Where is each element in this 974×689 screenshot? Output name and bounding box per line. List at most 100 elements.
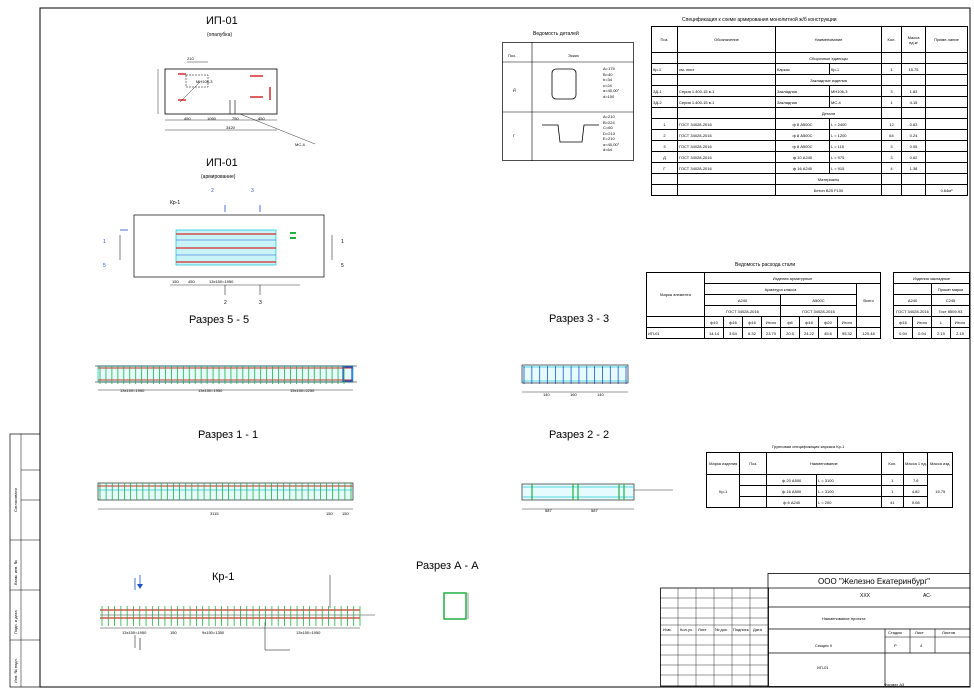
consumption-sub: Итого — [761, 316, 781, 328]
consumption-cell — [646, 316, 705, 328]
formwork-mn-label: МН106-3 — [196, 79, 213, 84]
spec-cell — [651, 52, 678, 64]
group-name-a: ф 6 А240 — [766, 496, 818, 508]
title-section-1-1: Разрез 1 - 1 — [198, 429, 259, 441]
spec-desig: см. лист — [677, 63, 776, 75]
bends-title: Ведомость деталей — [533, 31, 579, 37]
formwork-dim-total: 3420 — [226, 125, 235, 130]
spec-desig: ГОСТ 34028-2016 — [677, 140, 776, 152]
embedded-head: ф16 — [893, 316, 913, 328]
consumption-total: 120.48 — [855, 327, 882, 339]
side-stamp-replace: Взам. инв. № — [13, 560, 18, 585]
rebar-cut-5-right: 5 — [341, 263, 344, 269]
spec-qty: 4 — [881, 162, 903, 174]
spec-name-b: L = 115 — [828, 140, 883, 152]
subtitle-formwork: (опалубка) — [207, 32, 233, 38]
spec-note — [925, 118, 969, 130]
stamp-col-list: Лист — [698, 627, 707, 632]
consumption-sub: Итого — [837, 316, 857, 328]
title-section-3-3: Разрез 3 - 3 — [549, 313, 610, 325]
subtitle-rebar: (армирование) — [201, 174, 236, 180]
s33-dim-1: 140 — [543, 392, 550, 397]
spec-head-name: Наименование — [774, 26, 883, 53]
spec-mass: 1.38 — [901, 162, 927, 174]
rebar-cut-2-top: 2 — [211, 188, 214, 194]
spec-cell — [881, 74, 903, 86]
group-head-pos: Поз. — [739, 452, 768, 475]
s33-dim-3: 140 — [597, 392, 604, 397]
stamp-project: Наименование проекта — [822, 616, 866, 621]
group-name-b: L = 3100 — [816, 474, 882, 486]
spec-mass: 4.15 — [901, 96, 927, 108]
spec-cell — [677, 74, 776, 86]
spec-name-a: Каркас — [775, 63, 830, 75]
bends-row-g-params: А=210 B=224 C=60 D=213 E=210 α=40,00° d=… — [603, 114, 619, 153]
stamp-stage-code: АС- — [923, 593, 932, 599]
spec-cell — [901, 52, 927, 64]
formwork-dim-b4: 450 — [258, 116, 265, 121]
spec-note — [925, 96, 969, 108]
embedded-gost-b: Гост 8509-93 — [930, 305, 971, 317]
spec-note — [925, 162, 969, 174]
spec-name-a: Закладная — [775, 96, 830, 108]
s22-dim-2: 587 — [591, 508, 598, 513]
embedded-value: 0.94 — [912, 327, 932, 339]
embedded-prokat: Прокат марки — [930, 283, 971, 295]
stamp-sheet: 4 — [920, 643, 923, 648]
consumption-cell — [855, 316, 882, 328]
group-spec-table: Марка изделия Поз. Наименование Кол. Мас… — [705, 452, 953, 508]
bend-param: d=100 — [603, 93, 615, 99]
consumption-sub: ф16 — [742, 316, 762, 328]
s11-dim-3: 150 — [342, 511, 349, 516]
spec-qty: 12 — [881, 118, 903, 130]
spec-pos: ЗД-1 — [651, 85, 678, 97]
consumption-row: ИП-01 14.14 3.54 6.32 23.70 20.5 24.22 4… — [646, 327, 882, 339]
spec-desig: ГОСТ 34028-2016 — [677, 162, 776, 174]
title-ip01-formwork: ИП-01 — [206, 15, 238, 27]
rebar-dim-150: 150 — [172, 279, 179, 284]
consumption-title: Ведомость расхода стали — [735, 262, 796, 268]
spec-note — [925, 85, 969, 97]
group-head-mass: Масса изд. — [927, 452, 953, 475]
consumption-gost-b: ГОСТ 34028-2016 — [780, 305, 857, 317]
spec-cell — [925, 52, 969, 64]
spec-cell — [651, 107, 678, 119]
spec-note — [925, 129, 969, 141]
group-qty: 1 — [880, 485, 904, 497]
stamp-col-izm: Изм. — [663, 627, 672, 632]
group-row: ф 6 А240 L = 200 41 0.08 — [707, 496, 953, 508]
spec-pos: 3 — [651, 140, 678, 152]
s55-dim-3: 15х150=2250 — [290, 388, 315, 393]
group-name-a: ф 20 А500 — [766, 474, 818, 486]
s33-dim-2: 160 — [570, 392, 577, 397]
formwork-plan — [157, 61, 316, 145]
consumption-sub: ф10 — [704, 316, 724, 328]
side-stamp-agreed: Согласовано — [13, 487, 18, 512]
spec-cell — [677, 107, 776, 119]
spec-qty: 3 — [881, 140, 903, 152]
spec-row: Д ГОСТ 34028-2016 ф 10 А240 L = 975 3 0.… — [651, 151, 969, 163]
kr1-dim-4: 150 — [170, 630, 177, 635]
s22-dim-1: 587 — [545, 508, 552, 513]
spec-name-a: ф 8 А500С — [775, 118, 830, 130]
embedded-head: L — [931, 316, 951, 328]
formwork-dim-b3: 750 — [232, 116, 239, 121]
spec-head-pos: Поз. — [651, 26, 678, 53]
spec-cell — [677, 52, 776, 64]
rebar-dim-450: 450 — [188, 279, 195, 284]
spec-desig: ГОСТ 34028-2016 — [677, 129, 776, 141]
embedded-head: Итого — [949, 316, 971, 328]
spec-material-volume: 0.64м³ — [925, 184, 969, 196]
spec-name-b: Кр-1 — [828, 63, 883, 75]
embedded-value: 2.19 — [949, 327, 971, 339]
spec-desig: Серия 1.400-15 в.1 — [677, 85, 776, 97]
embedded-head: Итого — [912, 316, 932, 328]
consumption-class-b: А500С — [780, 294, 857, 306]
spec-name-b: L = 1200 — [828, 129, 883, 141]
stamp-head-sheets: Листов — [942, 630, 955, 635]
spec-qty: 64 — [881, 129, 903, 141]
group-row: ф 16 А500 L = 3100 1 4.82 — [707, 485, 953, 497]
stamp-format: Формат А3 — [884, 682, 905, 687]
spec-row: Кр-1 см. лист Каркас Кр-1 1 15.75 — [651, 63, 969, 75]
spec-cell — [901, 173, 927, 185]
